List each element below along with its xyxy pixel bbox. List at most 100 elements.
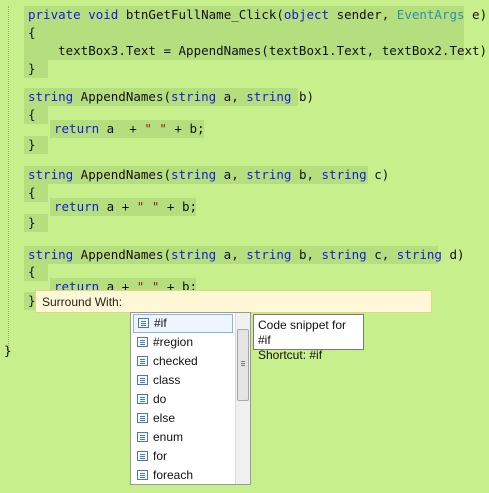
grip-icon [241, 361, 245, 362]
outline-guide [8, 6, 9, 354]
code-line-brace-open[interactable]: { [24, 24, 464, 42]
param-text: d) [441, 247, 465, 262]
code-snippet-icon [138, 318, 149, 328]
param-text: c, [366, 247, 397, 262]
code-snippet-icon [137, 432, 148, 442]
keyword: string [246, 167, 292, 182]
brace: { [28, 107, 36, 122]
method-name: AppendNames( [73, 247, 171, 262]
snippet-item[interactable]: do [133, 390, 233, 409]
snippet-label: class [153, 373, 181, 387]
keyword: string [246, 89, 292, 104]
code-line-brace-open[interactable]: { [24, 106, 48, 124]
keyword: string [246, 247, 292, 262]
keyword: string [321, 247, 367, 262]
keyword: string [28, 89, 74, 104]
method-name: btnGetFullName_Click( [125, 7, 284, 22]
param-text: e) [464, 7, 488, 22]
code-line-return[interactable]: return a + " " + b; [50, 120, 205, 138]
method-name: AppendNames( [73, 167, 171, 182]
keyword: return [54, 279, 100, 290]
snippet-label: for [153, 449, 168, 463]
snippet-item[interactable]: #if [133, 314, 233, 333]
code-line-return[interactable]: return a + " " + b; [50, 198, 198, 216]
code-snippet-icon [137, 451, 148, 461]
scrollbar-thumb[interactable] [237, 329, 249, 401]
snippet-label: #region [153, 335, 194, 349]
code-snippet-icon [137, 337, 148, 347]
string-literal: " " [136, 199, 160, 214]
param-text: a, [216, 89, 247, 104]
keyword: string [28, 247, 74, 262]
code-line-brace-close[interactable]: } [24, 136, 48, 154]
snippet-item[interactable]: checked [133, 352, 233, 371]
code-line-statement[interactable]: textBox3.Text = AppendNames(textBox1.Tex… [24, 42, 489, 60]
snippet-label: foreach [153, 468, 194, 482]
code-line-brace-open[interactable]: { [24, 263, 48, 281]
code-snippet-icon [137, 413, 148, 423]
snippet-label: do [153, 392, 167, 406]
code-line-brace-open[interactable]: { [24, 184, 48, 202]
brace: } [28, 137, 36, 152]
snippet-label: else [153, 411, 176, 425]
expression-text: a + [99, 279, 137, 290]
keyword: string [171, 89, 217, 104]
brace: } [28, 61, 36, 76]
expression-text: + b; [159, 279, 196, 290]
param-text: a, [216, 167, 247, 182]
code-line-appendnames-1[interactable]: string AppendNames(string a, string b) [24, 88, 314, 106]
code-line-return[interactable]: return a + " " + b; [50, 278, 196, 290]
code-line-appendnames-2[interactable]: string AppendNames(string a, string b, s… [24, 166, 389, 184]
string-literal: " " [136, 279, 160, 290]
keyword: private [28, 7, 81, 22]
code-snippet-icon [137, 375, 148, 385]
param-text: b, [291, 247, 322, 262]
brace: } [28, 215, 36, 230]
expression-text: a + [99, 121, 145, 136]
snippet-item[interactable]: enum [133, 428, 233, 447]
code-snippet-icon [137, 470, 148, 480]
keyword: string [171, 167, 217, 182]
list-scrollbar[interactable] [235, 313, 250, 484]
brace: { [28, 264, 36, 279]
snippet-item[interactable]: class [133, 371, 233, 390]
snippet-tooltip: Code snippet for #if Shortcut: #if [253, 314, 364, 362]
surround-with-label: Surround With: [42, 295, 123, 309]
tooltip-description: Code snippet for #if [258, 318, 347, 347]
code-snippet-icon [137, 394, 148, 404]
snippet-item[interactable]: for [133, 447, 233, 466]
keyword: return [54, 199, 100, 214]
code-snippet-icon [137, 356, 148, 366]
snippet-item[interactable]: foreach [133, 466, 233, 485]
method-name: AppendNames( [73, 89, 171, 104]
string-literal: " " [144, 121, 167, 136]
keyword: string [396, 247, 442, 262]
brace: { [28, 25, 36, 40]
keyword: void [88, 7, 119, 22]
snippet-list[interactable]: #if #region checked class do else enum f… [130, 312, 251, 485]
code-line-method-signature[interactable]: private void btnGetFullName_Click(object… [24, 6, 487, 24]
snippet-label: #if [154, 316, 167, 330]
param-text: b) [291, 89, 314, 104]
keyword: string [171, 247, 217, 262]
snippet-item[interactable]: #region [133, 333, 233, 352]
param-text: sender, [329, 7, 397, 22]
param-text: b, [291, 167, 322, 182]
snippet-label: checked [153, 354, 198, 368]
expression-text: a + [99, 199, 137, 214]
param-text: c) [366, 167, 390, 182]
statement-text: textBox3.Text = AppendNames(textBox1.Tex… [58, 43, 489, 58]
brace: } [4, 343, 12, 358]
keyword: string [321, 167, 367, 182]
param-text: a, [216, 247, 247, 262]
code-line-brace-close[interactable]: } [24, 214, 48, 232]
snippet-item[interactable]: else [133, 409, 233, 428]
expression-text: + b; [159, 199, 198, 214]
keyword: string [28, 167, 74, 182]
snippet-label: enum [153, 430, 184, 444]
surround-with-bar[interactable]: Surround With: [35, 290, 432, 313]
code-line-brace-close[interactable]: } [24, 60, 48, 78]
expression-text: + b; [166, 121, 205, 136]
code-line-appendnames-3[interactable]: string AppendNames(string a, string b, s… [24, 246, 465, 264]
code-line-class-close[interactable]: } [0, 342, 12, 360]
